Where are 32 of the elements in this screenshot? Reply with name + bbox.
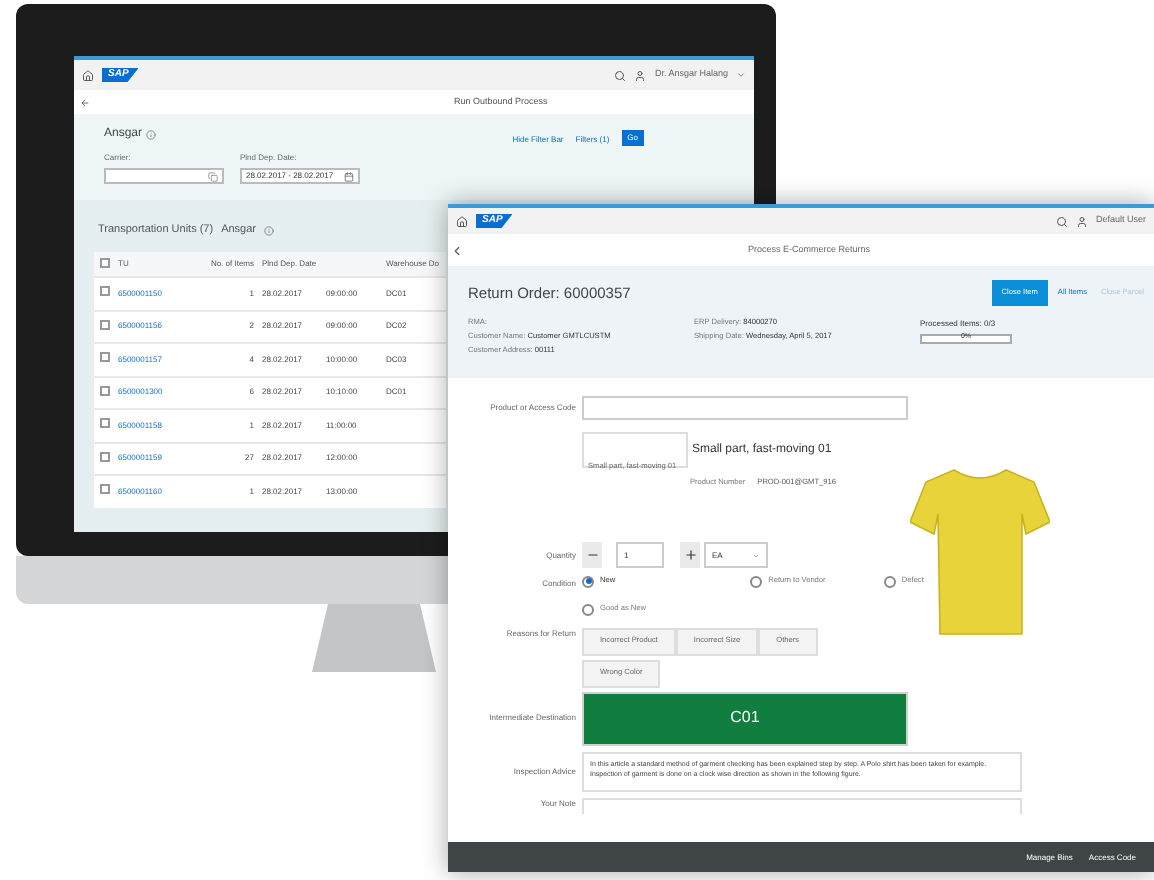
radio-button[interactable] [582,603,594,616]
chevron-down-icon[interactable] [736,70,746,80]
checkbox[interactable] [100,418,110,429]
info-icon[interactable] [264,225,275,235]
radio-button[interactable] [750,575,763,588]
back-chevron-icon[interactable] [450,243,464,257]
input-field[interactable] [104,168,224,184]
search-icon[interactable] [614,69,627,81]
decrease-button[interactable] [582,542,602,569]
increase-button[interactable] [680,542,700,569]
user-icon[interactable] [1075,215,1088,227]
input-field[interactable] [582,396,908,420]
back-arrow-icon[interactable] [80,97,90,107]
user-icon[interactable] [634,69,647,81]
checkbox[interactable] [100,352,110,363]
checkbox[interactable] [100,451,110,462]
checkbox[interactable] [100,484,110,495]
info-icon[interactable] [146,130,157,140]
home-icon[interactable] [82,69,94,81]
checkbox[interactable] [100,257,110,267]
radio-button[interactable] [883,575,896,588]
search-icon[interactable] [1055,215,1068,227]
checkbox[interactable] [100,385,110,396]
checkbox[interactable] [100,286,110,297]
plus-icon [683,548,697,563]
checkbox[interactable] [100,319,110,330]
note-field[interactable] [582,797,1022,814]
calendar-icon[interactable] [344,171,354,181]
value-help-icon[interactable] [208,171,218,181]
home-icon[interactable] [456,215,468,227]
destination-tile: C01 [582,691,908,746]
radio-button[interactable] [582,575,594,588]
